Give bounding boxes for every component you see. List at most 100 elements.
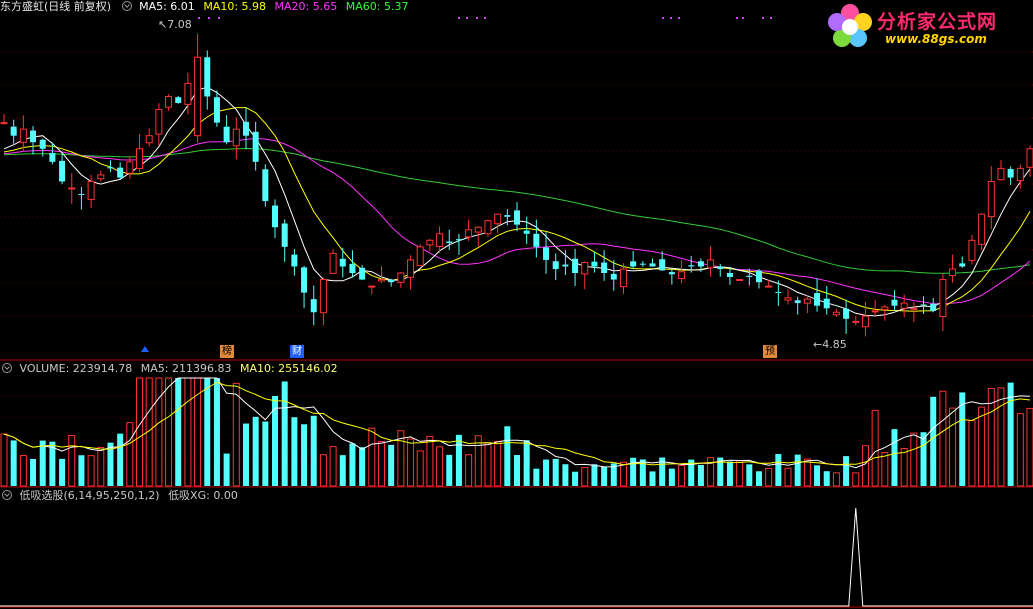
candle-body-82 [794, 300, 801, 304]
volume-bar-84 [814, 465, 821, 486]
candle-body-42 [407, 259, 415, 278]
volume-bar-39 [377, 441, 385, 487]
candle-body-46 [446, 241, 453, 243]
candle-body-44 [426, 239, 434, 246]
candle-body-17 [165, 95, 173, 108]
signal-dot-3 [458, 17, 460, 19]
volume-bar-67 [649, 471, 656, 486]
candle-body-100 [968, 239, 976, 261]
candle-body-52 [504, 215, 511, 217]
volume-bar-89 [861, 445, 869, 487]
candle-body-8 [78, 193, 85, 195]
volume-bar-60 [581, 467, 589, 487]
candle-body-78 [755, 270, 762, 283]
volume-bar-27 [262, 421, 269, 486]
panel-toggle-icon[interactable] [121, 1, 132, 11]
volume-bar-0 [0, 433, 8, 487]
candle-body-99 [959, 263, 966, 267]
ma5-label: MA5: 6.01 [139, 0, 195, 13]
event-marker-cai[interactable]: 财 [290, 345, 304, 358]
volume-bar-48 [465, 454, 473, 487]
candle-body-49 [474, 226, 482, 233]
volume-bar-72 [697, 464, 704, 486]
signal-arrow-icon [141, 346, 149, 352]
volume-bar-58 [562, 464, 569, 486]
site-logo: 分析家公式网 www.88gs.com [825, 2, 1025, 52]
volume-bar-59 [572, 471, 579, 486]
ma20-label: MA20: 5.65 [274, 0, 338, 13]
volume-bar-54 [523, 440, 530, 486]
candle-body-47 [455, 239, 462, 241]
volume-bar-26 [252, 416, 259, 486]
candle-body-74 [717, 266, 724, 270]
volume-bar-13 [126, 422, 134, 487]
volume-bar-31 [301, 424, 308, 486]
volume-ma10-label: MA10: 255146.02 [239, 362, 338, 375]
volume-bar-3 [30, 458, 37, 486]
volume-bar-75 [726, 461, 733, 486]
volume-bar-25 [242, 423, 249, 486]
candle-body-20 [194, 56, 202, 137]
candle-body-56 [543, 247, 550, 260]
stock-chart[interactable] [0, 0, 1033, 609]
candle-body-101 [978, 213, 986, 245]
volume-bar-28 [272, 395, 279, 486]
candle-body-14 [136, 148, 144, 169]
volume-bar-47 [455, 434, 462, 486]
candle-body-75 [726, 272, 733, 277]
candle-body-30 [291, 254, 298, 267]
volume-bar-45 [436, 446, 444, 487]
volume-bar-23 [223, 453, 230, 486]
candle-body-59 [572, 258, 579, 273]
volume-bar-38 [368, 427, 376, 487]
candle-body-28 [272, 205, 279, 228]
candle-body-48 [465, 229, 473, 238]
candle-body-53 [513, 210, 521, 225]
stock-title: 东方盛虹(日线 前复权) [0, 0, 112, 13]
volume-bar-44 [426, 435, 434, 487]
volume-bar-42 [407, 438, 415, 487]
volume-bar-82 [794, 454, 801, 486]
volume-bar-17 [165, 377, 173, 487]
candle-body-77 [746, 275, 753, 277]
candle-body-57 [552, 261, 559, 270]
candle-body-104 [1007, 168, 1014, 178]
indicator-value: 低吸XG: 0.00 [168, 489, 238, 502]
volume-bar-103 [997, 387, 1005, 487]
high-price-annotation: ↖7.08 [158, 18, 192, 31]
volume-bar-91 [881, 452, 889, 487]
candle-body-41 [397, 272, 405, 283]
volume-bar-65 [630, 457, 637, 486]
candle-body-3 [30, 130, 37, 143]
volume-bar-33 [319, 454, 327, 487]
candle-body-93 [900, 302, 908, 309]
volume-bar-64 [619, 461, 627, 487]
volume-bar-105 [1016, 413, 1024, 487]
volume-bar-9 [87, 455, 95, 487]
candle-body-19 [184, 82, 192, 105]
volume-bar-96 [930, 396, 937, 486]
volume-bar-78 [755, 471, 762, 486]
candle-body-86 [832, 311, 840, 316]
candle-body-76 [736, 279, 744, 282]
event-marker-yu[interactable]: 预 [763, 345, 777, 358]
volume-bar-4 [39, 440, 46, 486]
low-buy-signal-line [0, 507, 1033, 607]
candle-body-21 [204, 57, 211, 97]
candle-body-11 [107, 167, 114, 169]
volume-toggle-icon[interactable] [2, 363, 12, 373]
indicator-toggle-icon[interactable] [2, 490, 12, 500]
candle-body-96 [930, 303, 937, 311]
candle-body-25 [242, 121, 249, 136]
volume-bar-43 [416, 450, 424, 487]
candle-body-81 [784, 297, 792, 301]
candle-body-7 [68, 187, 76, 190]
volume-bar-29 [281, 381, 288, 486]
event-marker-bang[interactable]: 榜 [220, 345, 234, 358]
low-price-annotation: ←4.85 [813, 338, 847, 351]
volume-bar-6 [59, 458, 66, 486]
volume-bar-40 [388, 444, 395, 486]
signal-dot-4 [466, 17, 468, 19]
indicator-series [0, 507, 1033, 607]
candle-body-72 [697, 261, 704, 267]
